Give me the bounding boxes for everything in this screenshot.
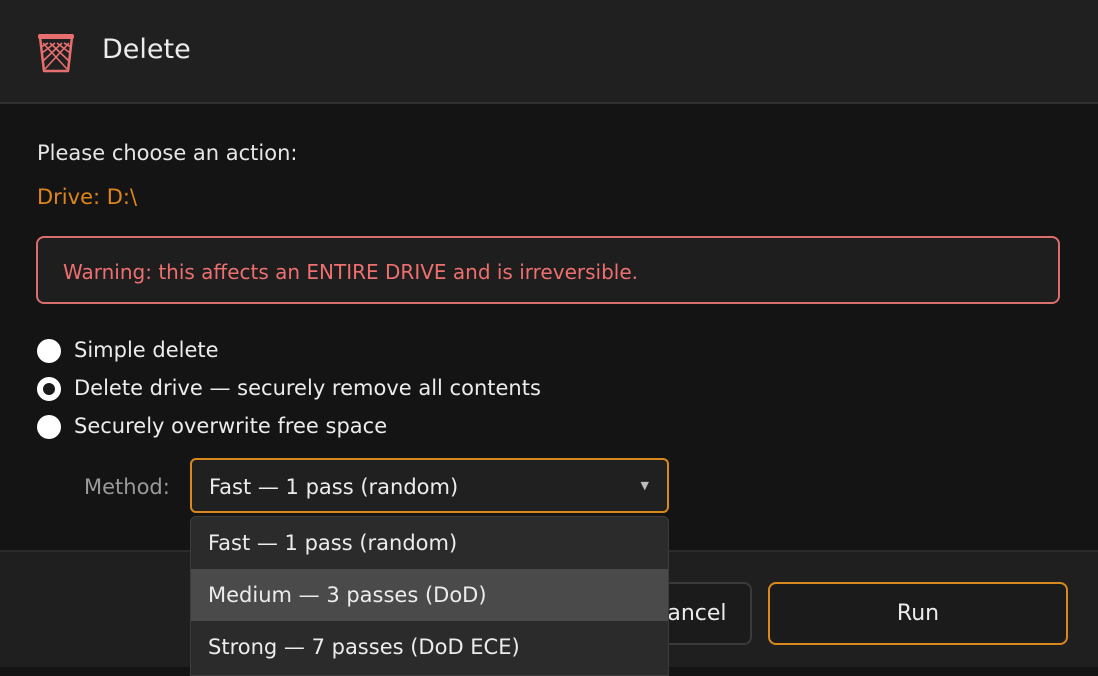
wastebasket-icon: [38, 34, 74, 73]
radio-overwrite-free-space[interactable]: [37, 415, 61, 439]
method-option-strong[interactable]: Strong — 7 passes (DoD ECE): [191, 621, 668, 673]
drive-label: Drive: D:\: [37, 185, 138, 209]
warning-text: Warning: this affects an ENTIRE DRIVE an…: [63, 260, 638, 284]
method-option-fast[interactable]: Fast — 1 pass (random): [191, 517, 668, 569]
run-button[interactable]: Run: [768, 582, 1068, 645]
method-selected-value: Fast — 1 pass (random): [209, 475, 459, 499]
method-select[interactable]: Fast — 1 pass (random) ▼: [190, 458, 669, 513]
option-label: Delete drive — securely remove all conte…: [74, 376, 541, 400]
method-dropdown-list: Fast — 1 pass (random) Medium — 3 passes…: [190, 516, 669, 676]
option-label: Securely overwrite free space: [74, 414, 388, 438]
radio-delete-drive[interactable]: [37, 377, 61, 401]
method-option-medium[interactable]: Medium — 3 passes (DoD): [191, 569, 668, 621]
dialog-header: Delete: [0, 0, 1098, 104]
option-label: Simple delete: [74, 338, 219, 362]
warning-box: Warning: this affects an ENTIRE DRIVE an…: [36, 236, 1060, 304]
radio-simple-delete[interactable]: [37, 339, 61, 363]
dialog-title: Delete: [102, 34, 191, 65]
method-label: Method:: [84, 475, 170, 499]
chevron-down-icon: ▼: [640, 479, 649, 492]
action-prompt: Please choose an action:: [37, 141, 298, 165]
